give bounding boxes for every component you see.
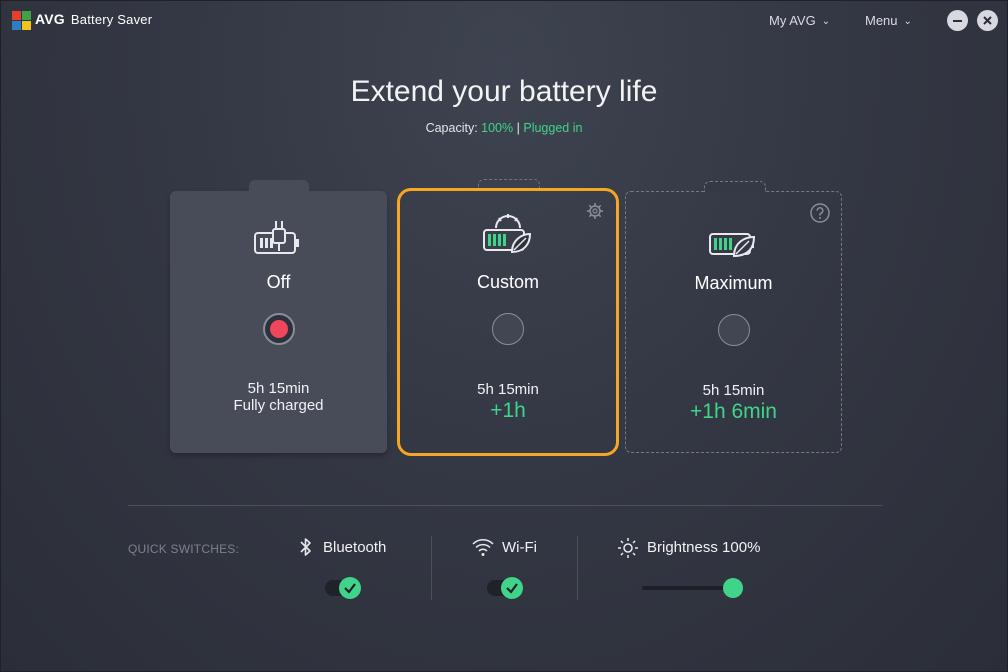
bluetooth-label: Bluetooth [323, 539, 387, 556]
mode-radio-selected[interactable] [262, 313, 295, 345]
card-tab [248, 180, 309, 192]
wifi-label: Wi-Fi [502, 539, 537, 556]
wifi-toggle[interactable] [487, 577, 523, 599]
power-status: Plugged in [523, 121, 583, 135]
wifi-icon [472, 539, 494, 556]
checkmark-icon [344, 583, 356, 594]
mode-card-maximum[interactable]: Maximum 5h 15min +1h 6min [625, 181, 842, 453]
my-avg-menu[interactable]: My AVG ⌄ [769, 13, 830, 28]
my-avg-label: My AVG [769, 13, 816, 28]
title-bar: AVG Battery Saver My AVG ⌄ Menu ⌄ [1, 1, 1007, 41]
brand-name: AVG [35, 11, 65, 27]
app-brand: AVG Battery Saver [35, 11, 152, 27]
bluetooth-icon [300, 538, 311, 556]
close-icon [983, 16, 992, 25]
capacity-value: 100% [481, 121, 514, 135]
brightness-slider[interactable] [642, 577, 744, 599]
battery-gear-leaf-icon [483, 214, 532, 254]
mode-time: 5h 15min [477, 381, 539, 398]
app-name: Battery Saver [70, 12, 153, 27]
mode-time-gain: +1h 6min [690, 400, 777, 423]
card-tab [478, 179, 540, 188]
capacity-separator: | [516, 121, 520, 135]
main-menu[interactable]: Menu ⌄ [865, 13, 912, 28]
switch-separator [577, 536, 578, 600]
mode-title: Custom [476, 272, 539, 292]
slider-track [642, 586, 734, 590]
mode-time: 5h 15min [702, 382, 765, 399]
checkmark-icon [506, 583, 518, 594]
section-divider [128, 505, 882, 506]
toggle-knob [339, 577, 361, 599]
brightness-label: Brightness 100% [647, 539, 761, 556]
gear-icon[interactable] [586, 202, 604, 220]
switch-separator [431, 536, 432, 600]
app-window: AVG Battery Saver My AVG ⌄ Menu ⌄ Extend yo… [0, 0, 1008, 672]
sun-icon [618, 538, 638, 558]
menu-label: Menu [865, 13, 898, 28]
chevron-down-icon: ⌄ [903, 16, 912, 27]
page-title: Extend your battery life [350, 75, 658, 108]
help-icon[interactable] [810, 203, 830, 223]
capacity-status: Capacity: 100% | Plugged in [1, 121, 1007, 135]
capacity-label: Capacity: [425, 121, 478, 135]
card-tab [703, 181, 766, 192]
battery-plug-icon [253, 221, 299, 254]
minimize-icon [953, 20, 962, 22]
toggle-knob [501, 577, 523, 599]
close-button[interactable] [977, 10, 998, 31]
mode-status: Fully charged [233, 397, 324, 414]
radio-dot [269, 320, 288, 338]
minimize-button[interactable] [947, 10, 968, 31]
quick-switches-label: QUICK SWITCHES: [128, 542, 240, 556]
slider-handle[interactable] [723, 578, 743, 598]
bluetooth-toggle[interactable] [325, 577, 361, 599]
mode-radio[interactable] [492, 313, 524, 345]
mode-title: Maximum [694, 273, 773, 293]
mode-card-custom[interactable]: Custom 5h 15min +1h [397, 179, 619, 456]
mode-time: 5h 15min [247, 380, 310, 397]
chevron-down-icon: ⌄ [821, 16, 831, 27]
avg-logo-icon [12, 11, 31, 30]
battery-leaf-icon [708, 233, 755, 258]
mode-card-off[interactable]: Off 5h 15min Fully charged [170, 180, 387, 453]
mode-title: Off [266, 272, 291, 292]
mode-time-gain: +1h [490, 399, 526, 422]
mode-radio[interactable] [717, 314, 750, 346]
